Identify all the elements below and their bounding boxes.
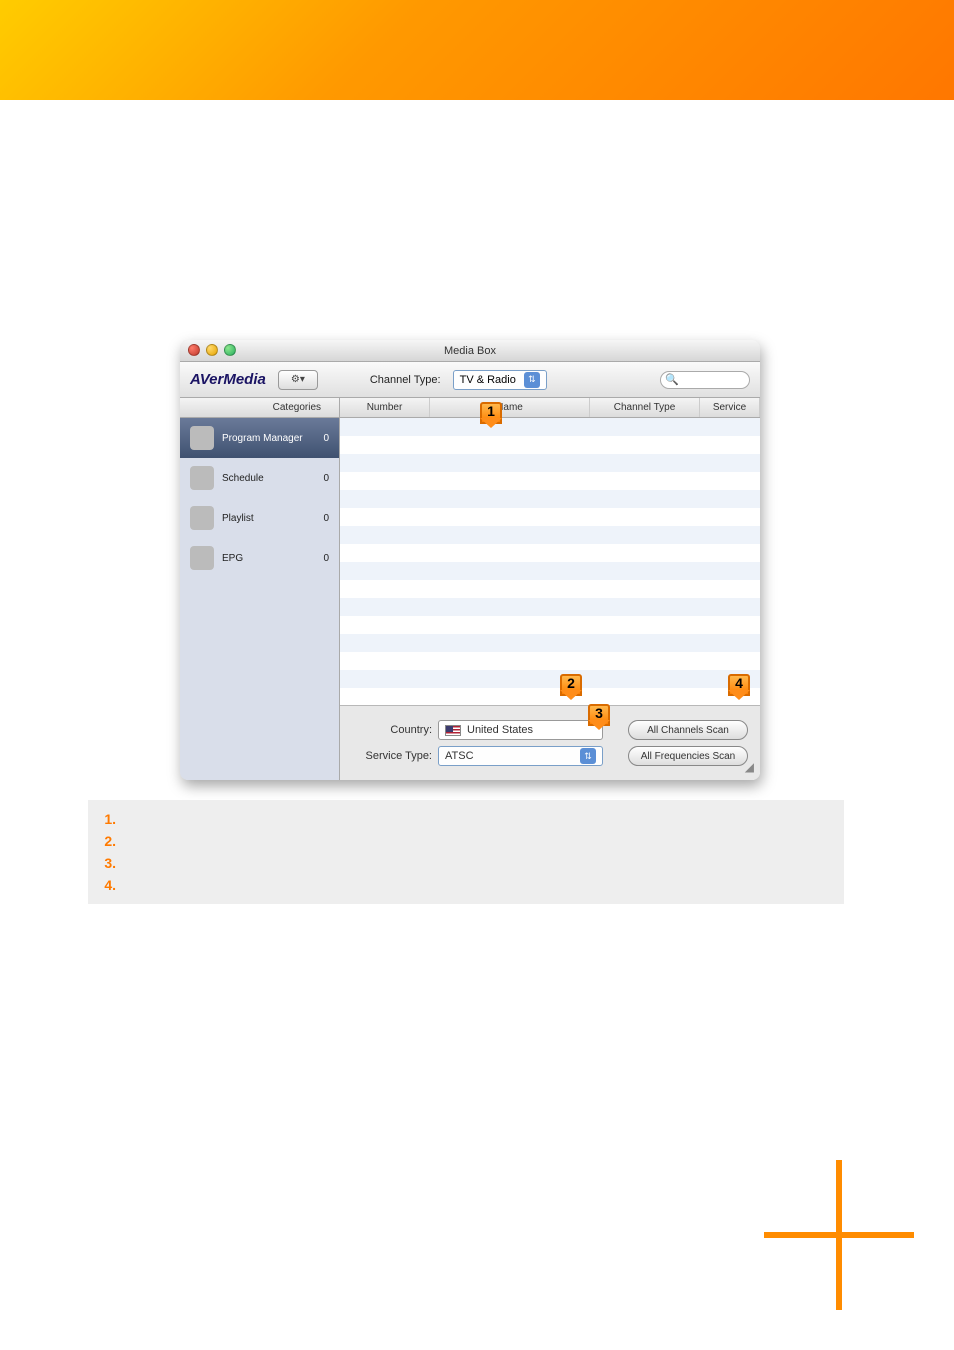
- sidebar-item-label: Playlist: [222, 513, 254, 524]
- traffic-lights[interactable]: [188, 344, 236, 356]
- sidebar-item-count: 0: [323, 513, 329, 524]
- channel-type-select[interactable]: TV & Radio ⇅: [453, 370, 547, 390]
- sidebar: Categories Program Manager 0 Schedule 0 …: [180, 398, 340, 780]
- sidebar-item-label: Program Manager: [222, 433, 303, 444]
- crosshair-icon: [764, 1160, 914, 1310]
- col-service[interactable]: Service: [700, 398, 760, 417]
- channel-type-value: TV & Radio: [460, 374, 516, 386]
- service-type-value: ATSC: [445, 750, 474, 762]
- media-box-window: Media Box AVerMedia ⚙▾ Channel Type: TV …: [180, 340, 760, 780]
- table-row: [340, 436, 760, 454]
- sidebar-item-count: 0: [323, 553, 329, 564]
- sidebar-item-epg[interactable]: EPG 0: [180, 538, 339, 578]
- step-number: 3.: [92, 855, 116, 871]
- us-flag-icon: [445, 725, 461, 736]
- table-row: [340, 562, 760, 580]
- close-icon[interactable]: [188, 344, 200, 356]
- table-row: [340, 688, 760, 705]
- country-value: United States: [467, 724, 533, 736]
- search-icon: 🔍: [665, 373, 679, 386]
- step-number: 4.: [92, 877, 116, 893]
- schedule-icon: [190, 466, 214, 490]
- sidebar-item-count: 0: [323, 473, 329, 484]
- table-row: [340, 598, 760, 616]
- table-row: [340, 454, 760, 472]
- table-row: [340, 670, 760, 688]
- channel-list[interactable]: [340, 418, 760, 705]
- table-row: [340, 418, 760, 436]
- scan-controls: Country: United States All Channels Scan…: [340, 705, 760, 780]
- brand-logo: AVerMedia: [190, 371, 266, 388]
- col-number[interactable]: Number: [340, 398, 430, 417]
- gear-menu-button[interactable]: ⚙▾: [278, 370, 318, 390]
- sidebar-item-count: 0: [323, 433, 329, 444]
- table-row: [340, 490, 760, 508]
- step-item: 3.: [92, 852, 840, 874]
- sidebar-header: Categories: [180, 398, 339, 418]
- country-select[interactable]: United States: [438, 720, 603, 740]
- table-row: [340, 508, 760, 526]
- channel-type-label: Channel Type:: [370, 374, 441, 386]
- all-frequencies-scan-button[interactable]: All Frequencies Scan: [628, 746, 748, 766]
- table-row: [340, 652, 760, 670]
- toolbar: AVerMedia ⚙▾ Channel Type: TV & Radio ⇅ …: [180, 362, 760, 398]
- table-row: [340, 580, 760, 598]
- stepper-arrows-icon: ⇅: [524, 372, 540, 388]
- service-type-select[interactable]: ATSC ⇅: [438, 746, 603, 766]
- all-channels-scan-button[interactable]: All Channels Scan: [628, 720, 748, 740]
- step-item: 1.: [92, 808, 840, 830]
- window-title: Media Box: [444, 345, 496, 357]
- col-name[interactable]: Name: [430, 398, 590, 417]
- sidebar-item-label: Schedule: [222, 473, 264, 484]
- table-row: [340, 616, 760, 634]
- sidebar-item-playlist[interactable]: Playlist 0: [180, 498, 339, 538]
- main-pane: Number Name Channel Type Service Country…: [340, 398, 760, 780]
- table-row: [340, 526, 760, 544]
- resize-grip-icon[interactable]: ◢: [745, 760, 754, 774]
- gear-icon: ⚙▾: [291, 374, 305, 385]
- table-row: [340, 544, 760, 562]
- steps-list: 1. 2. 3. 4.: [88, 800, 844, 904]
- page-header-banner: [0, 0, 954, 100]
- callout-4: 4: [728, 674, 750, 702]
- table-row: [340, 472, 760, 490]
- country-label: Country:: [352, 724, 432, 736]
- column-headers[interactable]: Number Name Channel Type Service: [340, 398, 760, 418]
- table-row: [340, 634, 760, 652]
- minimize-icon[interactable]: [206, 344, 218, 356]
- window-titlebar[interactable]: Media Box: [180, 340, 760, 362]
- service-type-label: Service Type:: [352, 750, 432, 762]
- callout-2: 2: [560, 674, 582, 702]
- step-item: 2.: [92, 830, 840, 852]
- step-item: 4.: [92, 874, 840, 896]
- epg-icon: [190, 546, 214, 570]
- callout-3: 3: [588, 704, 610, 732]
- program-manager-icon: [190, 426, 214, 450]
- step-number: 1.: [92, 811, 116, 827]
- playlist-icon: [190, 506, 214, 530]
- sidebar-item-schedule[interactable]: Schedule 0: [180, 458, 339, 498]
- stepper-arrows-icon: ⇅: [580, 748, 596, 764]
- col-channel-type[interactable]: Channel Type: [590, 398, 700, 417]
- search-input[interactable]: 🔍: [660, 371, 750, 389]
- callout-1: 1: [480, 402, 502, 430]
- step-number: 2.: [92, 833, 116, 849]
- zoom-icon[interactable]: [224, 344, 236, 356]
- sidebar-item-label: EPG: [222, 553, 243, 564]
- sidebar-item-program-manager[interactable]: Program Manager 0: [180, 418, 339, 458]
